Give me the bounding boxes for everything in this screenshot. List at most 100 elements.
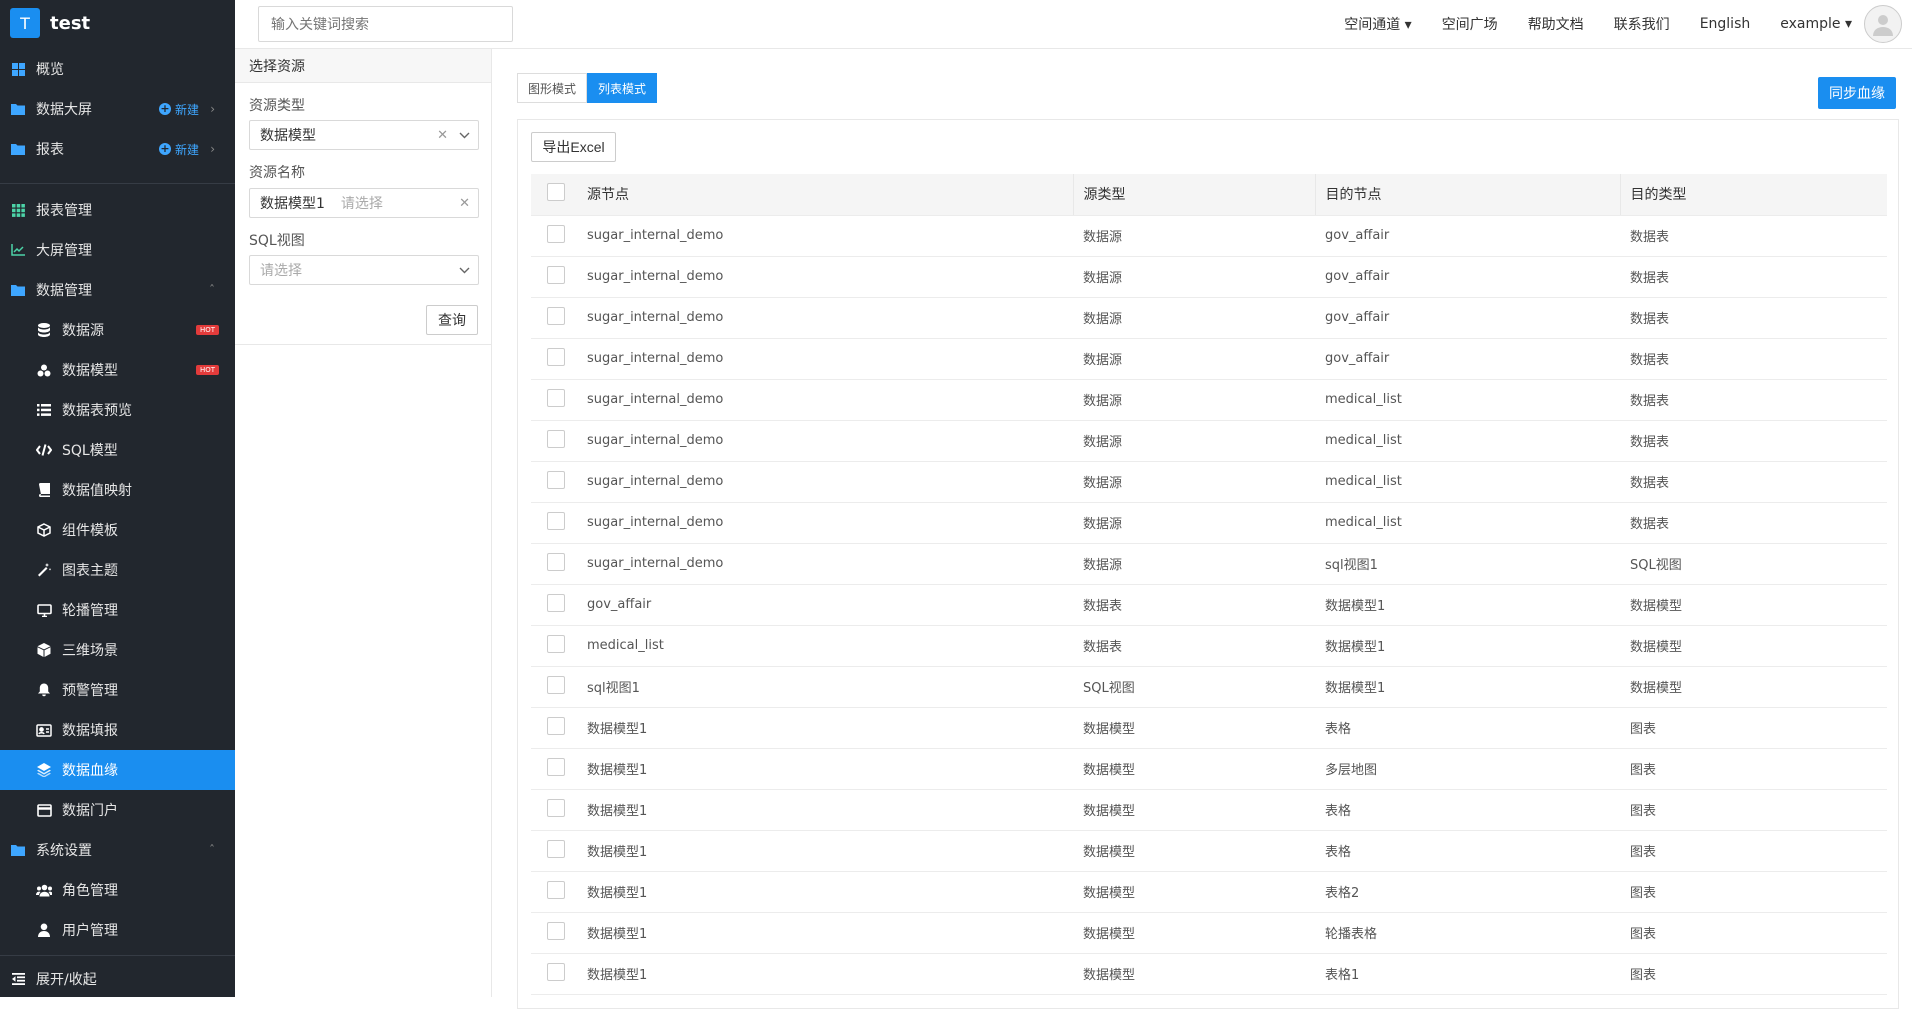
row-checkbox[interactable] <box>547 306 565 325</box>
sidebar-item-chart-theme[interactable]: 图表主题 <box>0 550 235 590</box>
sidebar-item-big-screen[interactable]: 数据大屏 + 新建 › <box>0 89 235 129</box>
sidebar-item-table-preview[interactable]: 数据表预览 <box>0 390 235 430</box>
table-row[interactable]: 数据模型1 数据模型 表格2 图表 <box>531 871 1887 913</box>
column-header-target-node[interactable]: 目的节点 <box>1315 174 1621 216</box>
sidebar-item-3d-scene[interactable]: 三维场景 <box>0 630 235 670</box>
table-row[interactable]: 数据模型1 数据模型 表格 图表 <box>531 789 1887 831</box>
target-node-cell: 多层地图 <box>1315 748 1620 790</box>
sidebar-item-data-mgmt[interactable]: 数据管理 ˆ <box>0 270 235 310</box>
table-row[interactable]: sugar_internal_demo 数据源 medical_list 数据表 <box>531 379 1887 421</box>
nav-user-menu[interactable]: example ▾ <box>1780 16 1852 32</box>
table-row[interactable]: sugar_internal_demo 数据源 gov_affair 数据表 <box>531 256 1887 298</box>
collapse-icon <box>10 971 26 987</box>
sidebar-item-carousel[interactable]: 轮播管理 <box>0 590 235 630</box>
table-row[interactable]: 数据模型1 数据模型 表格1 图表 <box>531 953 1887 995</box>
table-row[interactable]: sugar_internal_demo 数据源 gov_affair 数据表 <box>531 338 1887 380</box>
row-checkbox[interactable] <box>547 798 565 817</box>
avatar[interactable] <box>1864 5 1902 43</box>
sidebar-item-screen-mgmt[interactable]: 大屏管理 <box>0 230 235 270</box>
sql-view-select[interactable]: 请选择 <box>249 255 479 285</box>
table-row[interactable]: 数据模型1 数据模型 轮播表格 图表 <box>531 912 1887 954</box>
user-icon <box>36 922 52 938</box>
table-row[interactable]: 数据模型1 数据模型 表格 图表 <box>531 707 1887 749</box>
table-row[interactable]: sugar_internal_demo 数据源 gov_affair 数据表 <box>531 297 1887 339</box>
table-row[interactable]: sugar_internal_demo 数据源 medical_list 数据表 <box>531 420 1887 462</box>
sidebar-collapse-toggle[interactable]: 展开/收起 <box>0 959 235 999</box>
row-checkbox[interactable] <box>547 429 565 448</box>
hot-badge: HOT <box>195 365 219 375</box>
source-node-cell: gov_affair <box>587 584 1073 626</box>
sidebar-item-system-settings[interactable]: 系统设置 ˆ <box>0 830 235 870</box>
nav-contact-us[interactable]: 联系我们 <box>1614 14 1670 34</box>
row-checkbox[interactable] <box>547 839 565 858</box>
sidebar-item-data-portal[interactable]: 数据门户 <box>0 790 235 830</box>
resource-type-select[interactable]: 数据模型 ✕ <box>249 120 479 150</box>
table-row[interactable]: sugar_internal_demo 数据源 medical_list 数据表 <box>531 502 1887 544</box>
sidebar-item-sql-model[interactable]: SQL模型 <box>0 430 235 470</box>
lineage-table: 源节点 源类型 目的节点 目的类型 sugar_internal_demo 数据源… <box>531 174 1887 995</box>
sidebar-item-user-mgmt[interactable]: 用户管理 <box>0 910 235 950</box>
sync-lineage-button[interactable]: 同步血缘 <box>1818 77 1896 109</box>
resource-name-select[interactable]: 数据模型1 请选择 ✕ <box>249 188 479 218</box>
sidebar-item-component-template[interactable]: 组件模板 <box>0 510 235 550</box>
column-header-source-node[interactable]: 源节点 <box>587 174 1074 216</box>
table-row[interactable]: sugar_internal_demo 数据源 medical_list 数据表 <box>531 461 1887 503</box>
clear-icon[interactable]: ✕ <box>437 128 448 143</box>
target-node-cell: 数据模型1 <box>1315 584 1620 626</box>
graph-mode-tab[interactable]: 图形模式 <box>517 73 588 103</box>
search-input[interactable] <box>258 6 513 42</box>
row-checkbox[interactable] <box>547 921 565 940</box>
row-checkbox[interactable] <box>547 511 565 530</box>
column-header-target-type[interactable]: 目的类型 <box>1620 174 1887 216</box>
source-type-cell: 数据源 <box>1073 543 1315 585</box>
row-checkbox[interactable] <box>547 347 565 366</box>
export-excel-button[interactable]: 导出Excel <box>531 132 616 162</box>
sidebar-item-data-model[interactable]: 数据模型 HOT <box>0 350 235 390</box>
list-mode-tab[interactable]: 列表模式 <box>587 73 658 103</box>
sidebar-item-report[interactable]: 报表 + 新建 › <box>0 129 235 169</box>
table-row[interactable]: 数据模型1 数据模型 多层地图 图表 <box>531 748 1887 790</box>
nav-space-channel[interactable]: 空间通道 ▾ <box>1344 14 1411 34</box>
sidebar-item-role-mgmt[interactable]: 角色管理 <box>0 870 235 910</box>
sidebar-item-datasource[interactable]: 数据源 HOT <box>0 310 235 350</box>
clear-icon[interactable]: ✕ <box>459 196 470 211</box>
select-all-checkbox[interactable] <box>547 183 565 202</box>
chevron-down-icon <box>459 129 470 142</box>
row-checkbox[interactable] <box>547 265 565 284</box>
table-row[interactable]: sugar_internal_demo 数据源 gov_affair 数据表 <box>531 215 1887 257</box>
row-checkbox[interactable] <box>547 716 565 735</box>
sidebar-item-data-lineage[interactable]: 数据血缘 <box>0 750 235 790</box>
row-checkbox[interactable] <box>547 757 565 776</box>
app-logo[interactable]: T test <box>0 0 235 46</box>
row-checkbox[interactable] <box>547 634 565 653</box>
row-checkbox[interactable] <box>547 470 565 489</box>
row-checkbox[interactable] <box>547 962 565 981</box>
source-type-cell: 数据表 <box>1073 584 1315 626</box>
new-report-button[interactable]: + 新建 <box>158 141 199 158</box>
row-checkbox[interactable] <box>547 593 565 612</box>
row-checkbox[interactable] <box>547 224 565 243</box>
table-row[interactable]: 数据模型1 数据模型 表格 图表 <box>531 830 1887 872</box>
column-header-source-type[interactable]: 源类型 <box>1073 174 1316 216</box>
sidebar-item-value-map[interactable]: 数据值映射 <box>0 470 235 510</box>
table-row[interactable]: medical_list 数据表 数据模型1 数据模型 <box>531 625 1887 667</box>
row-checkbox[interactable] <box>547 552 565 571</box>
sidebar-item-overview[interactable]: 概览 <box>0 49 235 89</box>
query-button[interactable]: 查询 <box>426 305 478 335</box>
nav-language[interactable]: English <box>1700 16 1751 32</box>
table-row[interactable]: sugar_internal_demo 数据源 sql视图1 SQL视图 <box>531 543 1887 585</box>
nav-help-docs[interactable]: 帮助文档 <box>1528 14 1584 34</box>
table-body: sugar_internal_demo 数据源 gov_affair 数据表 sugar… <box>531 215 1887 995</box>
target-type-cell: 数据模型 <box>1620 584 1887 626</box>
row-checkbox[interactable] <box>547 880 565 899</box>
row-checkbox[interactable] <box>547 675 565 694</box>
nav-space-square[interactable]: 空间广场 <box>1442 14 1498 34</box>
sidebar-item-data-fill[interactable]: 数据填报 <box>0 710 235 750</box>
sidebar-item-report-mgmt[interactable]: 报表管理 <box>0 190 235 230</box>
row-checkbox[interactable] <box>547 388 565 407</box>
new-big-screen-button[interactable]: + 新建 <box>158 101 199 118</box>
sidebar-item-alert[interactable]: 预警管理 <box>0 670 235 710</box>
row-select-cell <box>531 789 587 831</box>
table-row[interactable]: sql视图1 SQL视图 数据模型1 数据模型 <box>531 666 1887 708</box>
table-row[interactable]: gov_affair 数据表 数据模型1 数据模型 <box>531 584 1887 626</box>
